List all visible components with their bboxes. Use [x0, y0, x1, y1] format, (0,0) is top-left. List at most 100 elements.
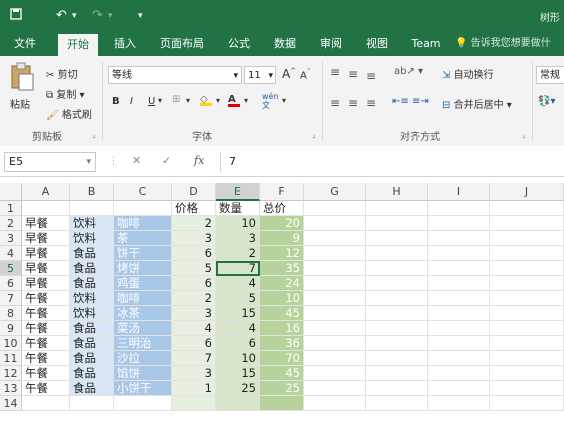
cell-j3[interactable] [490, 231, 564, 246]
cell-g5[interactable] [304, 261, 366, 276]
cell-c13[interactable]: 小饼干 [114, 381, 172, 396]
cell-b1[interactable] [70, 201, 114, 216]
cell-h14[interactable] [366, 396, 428, 411]
cell-f6[interactable]: 24 [260, 276, 304, 291]
cell-c12[interactable]: 馅饼 [114, 366, 172, 381]
row-header-9[interactable]: 9 [0, 321, 22, 336]
cell-e12[interactable]: 15 [216, 366, 260, 381]
cell-j11[interactable] [490, 351, 564, 366]
cell-h12[interactable] [366, 366, 428, 381]
row-header-13[interactable]: 13 [0, 381, 22, 396]
cell-c11[interactable]: 沙拉 [114, 351, 172, 366]
cell-j7[interactable] [490, 291, 564, 306]
cell-g7[interactable] [304, 291, 366, 306]
active-cell[interactable]: 7 [216, 261, 260, 276]
number-format-select[interactable]: 常规 [536, 66, 564, 84]
cell-d2[interactable]: 2 [172, 216, 216, 231]
tab-file[interactable]: 文件 [8, 32, 42, 56]
cell-i6[interactable] [428, 276, 490, 291]
cell-b11[interactable]: 食品 [70, 351, 114, 366]
row-header-2[interactable]: 2 [0, 216, 22, 231]
underline-button[interactable]: U [148, 96, 155, 107]
cell-g3[interactable] [304, 231, 366, 246]
font-color-button[interactable]: A [228, 94, 240, 107]
cell-a1[interactable] [22, 201, 70, 216]
cell-h9[interactable] [366, 321, 428, 336]
chevron-down-icon[interactable]: ▾ [158, 96, 162, 105]
cell-j5[interactable] [490, 261, 564, 276]
cell-f11[interactable]: 70 [260, 351, 304, 366]
save-icon[interactable] [10, 8, 22, 24]
cell-b4[interactable]: 食品 [70, 246, 114, 261]
cell-a9[interactable]: 午餐 [22, 321, 70, 336]
tab-page-layout[interactable]: 页面布局 [155, 32, 209, 56]
cut-button[interactable]: ✂ 剪切 [46, 66, 78, 81]
cell-a14[interactable] [22, 396, 70, 411]
column-header-i[interactable]: I [428, 183, 490, 201]
cell-e14[interactable] [216, 396, 260, 411]
cell-e2[interactable]: 10 [216, 216, 260, 231]
cell-h6[interactable] [366, 276, 428, 291]
cell-f5[interactable]: 35 [260, 261, 304, 276]
cell-f3[interactable]: 9 [260, 231, 304, 246]
cell-e13[interactable]: 25 [216, 381, 260, 396]
cell-c8[interactable]: 冰茶 [114, 306, 172, 321]
cell-d11[interactable]: 7 [172, 351, 216, 366]
cell-c5[interactable]: 烤饼 [114, 261, 172, 276]
cell-e3[interactable]: 3 [216, 231, 260, 246]
decrease-indent-icon[interactable]: ⇤≡ [392, 96, 409, 107]
undo-dropdown-icon[interactable]: ▾ [72, 11, 77, 21]
cell-j10[interactable] [490, 336, 564, 351]
row-header-10[interactable]: 10 [0, 336, 22, 351]
copy-button[interactable]: ⧉ 复制 ▾ [46, 86, 85, 101]
cell-b8[interactable]: 饮料 [70, 306, 114, 321]
row-header-3[interactable]: 3 [0, 231, 22, 246]
column-header-g[interactable]: G [304, 183, 366, 201]
cell-b9[interactable]: 食品 [70, 321, 114, 336]
cell-h1[interactable] [366, 201, 428, 216]
cell-a8[interactable]: 午餐 [22, 306, 70, 321]
cell-g4[interactable] [304, 246, 366, 261]
align-top-icon[interactable]: ≡ [330, 65, 340, 79]
paste-button[interactable]: 粘贴 [8, 62, 36, 114]
cell-i9[interactable] [428, 321, 490, 336]
cell-h13[interactable] [366, 381, 428, 396]
cell-h2[interactable] [366, 216, 428, 231]
cell-a12[interactable]: 午餐 [22, 366, 70, 381]
cell-a10[interactable]: 午餐 [22, 336, 70, 351]
orientation-icon[interactable]: ab↗ ▾ [394, 66, 423, 77]
name-box[interactable]: E5 ▾ [4, 152, 96, 172]
merge-center-button[interactable]: ⊟ 合并后居中 ▾ [442, 96, 512, 111]
fill-color-icon[interactable]: ◇ [200, 94, 212, 106]
select-all-corner[interactable] [0, 183, 22, 201]
chevron-down-icon[interactable]: ▾ [282, 96, 286, 105]
column-title-e[interactable]: 数量 [216, 201, 260, 216]
cell-g2[interactable] [304, 216, 366, 231]
cell-b7[interactable]: 饮料 [70, 291, 114, 306]
tab-view[interactable]: 视图 [362, 32, 392, 56]
cell-j13[interactable] [490, 381, 564, 396]
cell-j9[interactable] [490, 321, 564, 336]
row-header-7[interactable]: 7 [0, 291, 22, 306]
cell-g12[interactable] [304, 366, 366, 381]
cell-h8[interactable] [366, 306, 428, 321]
cell-d6[interactable]: 6 [172, 276, 216, 291]
cell-h7[interactable] [366, 291, 428, 306]
tab-review[interactable]: 审阅 [316, 32, 346, 56]
tab-data[interactable]: 数据 [270, 32, 300, 56]
cell-b2[interactable]: 饮料 [70, 216, 114, 231]
cell-a7[interactable]: 午餐 [22, 291, 70, 306]
column-header-a[interactable]: A [22, 183, 70, 201]
cell-f10[interactable]: 36 [260, 336, 304, 351]
bold-button[interactable]: B [112, 96, 120, 107]
cell-i14[interactable] [428, 396, 490, 411]
cell-a2[interactable]: 早餐 [22, 216, 70, 231]
row-header-4[interactable]: 4 [0, 246, 22, 261]
cell-f8[interactable]: 45 [260, 306, 304, 321]
cell-c7[interactable]: 咖啡 [114, 291, 172, 306]
cell-e10[interactable]: 6 [216, 336, 260, 351]
cell-j4[interactable] [490, 246, 564, 261]
cell-g9[interactable] [304, 321, 366, 336]
border-icon[interactable]: ⊞ [172, 94, 180, 105]
cell-i11[interactable] [428, 351, 490, 366]
